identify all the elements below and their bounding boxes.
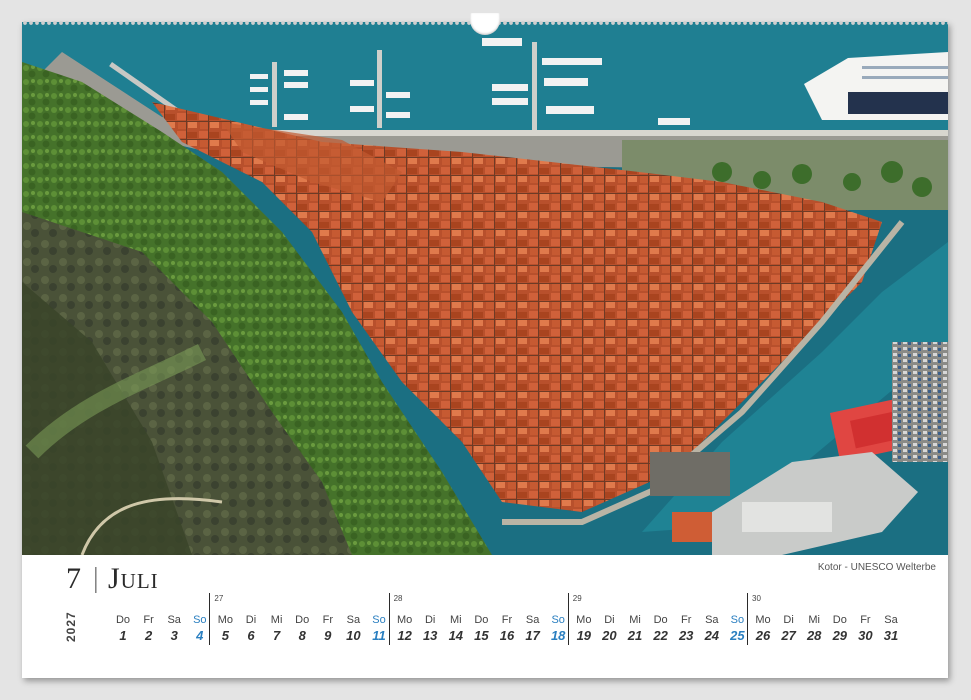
weekday-label: Fr — [860, 614, 871, 626]
day-number: 12 — [397, 628, 412, 643]
day-cell: Sa 3 — [161, 614, 187, 644]
day-cell: Mo 12 — [392, 614, 418, 644]
day-cell: Sa 24 — [699, 614, 725, 644]
weekday-label: Fr — [322, 614, 333, 626]
weekday-label: Di — [424, 614, 436, 626]
day-cell: Do 29 — [827, 614, 853, 644]
month-separator: | — [93, 563, 99, 594]
day-number: 17 — [525, 628, 540, 643]
day-number: 31 — [883, 628, 899, 643]
day-number: 14 — [448, 628, 464, 643]
day-number: 2 — [144, 628, 153, 643]
weekday-label: Mo — [217, 614, 234, 626]
day-number: 9 — [324, 628, 332, 643]
week-number: 28 — [393, 594, 403, 603]
day-number: 19 — [576, 628, 592, 643]
day-cell: Mo 5 — [212, 614, 238, 644]
weekday-label: Sa — [167, 614, 181, 626]
day-cell: Sa 31 — [878, 614, 904, 644]
weekday-label: Mi — [449, 614, 462, 626]
day-cell: Di 13 — [417, 614, 443, 644]
day-cell: Mi 14 — [443, 614, 469, 644]
weekday-label: Do — [295, 614, 310, 626]
weekday-label: Mo — [576, 614, 592, 626]
weekday-label: Do — [653, 614, 668, 626]
day-number: 7 — [272, 628, 281, 643]
day-number: 26 — [755, 628, 771, 643]
weekday-label: Fr — [501, 614, 513, 626]
day-cell: Di 20 — [596, 614, 622, 644]
day-number: 22 — [653, 628, 668, 643]
day-number: 13 — [422, 628, 438, 643]
photo-caption: Kotor - UNESCO Welterbe — [817, 562, 936, 573]
weekday-label: Sa — [346, 614, 361, 626]
kotor-aerial-photo — [22, 22, 948, 555]
weekday-label: Fr — [143, 614, 154, 626]
day-number: 30 — [858, 628, 873, 643]
week-divider — [388, 593, 390, 645]
day-number: 29 — [832, 628, 848, 643]
weekday-label: Fr — [680, 614, 692, 626]
day-cell: Mo 19 — [571, 614, 597, 644]
week-divider — [747, 593, 748, 645]
day-cell: Fr 30 — [852, 614, 878, 644]
day-cell: Fr 16 — [494, 614, 520, 644]
day-number: 1 — [119, 628, 127, 643]
weekday-label: Sa — [884, 614, 898, 626]
weekday-label: Di — [604, 614, 615, 626]
weekday-label: Mi — [808, 614, 820, 626]
day-number: 27 — [781, 628, 796, 643]
day-number: 23 — [678, 628, 694, 643]
weekday-label: Di — [783, 614, 794, 626]
day-cell: Do 15 — [468, 614, 494, 644]
day-number: 3 — [170, 628, 178, 643]
day-cell: Mi 28 — [801, 614, 827, 644]
day-cell: Sa 10 — [340, 614, 366, 644]
weekday-label: Di — [245, 614, 257, 626]
calendar-page: 7 | Juli Kotor - UNESCO Welterbe 2027 Do… — [22, 22, 948, 678]
day-cell: Mi 21 — [622, 614, 648, 644]
day-cell: Do 22 — [648, 614, 674, 644]
day-cell: Fr 2 — [136, 614, 162, 644]
day-cell: Di 6 — [238, 614, 264, 644]
weekday-label: Do — [832, 614, 847, 626]
week-number: 27 — [214, 594, 224, 603]
year-label: 2027 — [64, 611, 78, 642]
day-number: 28 — [806, 628, 822, 643]
day-number: 10 — [346, 628, 361, 643]
day-number: 5 — [221, 628, 229, 643]
day-cell: Fr 23 — [673, 614, 699, 644]
weekday-label: Sa — [525, 614, 540, 626]
week-number: 30 — [752, 594, 761, 603]
day-number: 6 — [247, 628, 255, 643]
day-cell: Do 8 — [289, 614, 315, 644]
week-divider — [209, 593, 211, 645]
day-cell: Mi 7 — [264, 614, 290, 644]
day-cell: Do 1 — [110, 614, 136, 644]
day-cell: Di 27 — [776, 614, 802, 644]
day-number: 8 — [298, 628, 306, 643]
weekday-label: Mo — [396, 614, 413, 626]
weekday-label: Do — [115, 614, 131, 626]
day-cell: Mo 26 — [750, 614, 776, 644]
day-number: 21 — [627, 628, 643, 643]
day-number: 15 — [474, 628, 489, 643]
weekday-label: Sa — [705, 614, 719, 626]
week-number: 29 — [572, 594, 582, 603]
day-number: 16 — [499, 628, 515, 643]
day-number: 24 — [704, 628, 720, 643]
weekday-label: Mi — [270, 614, 283, 626]
month-number: 7 — [66, 562, 81, 595]
weekday-label: Mo — [755, 614, 771, 626]
day-cell: Fr 9 — [315, 614, 341, 644]
day-number: 20 — [602, 628, 617, 643]
day-cell: Sa 17 — [520, 614, 546, 644]
month-name: Juli — [108, 562, 159, 595]
weekday-label: Mi — [629, 614, 641, 626]
weekday-label: Do — [474, 614, 489, 626]
week-divider — [567, 593, 569, 645]
